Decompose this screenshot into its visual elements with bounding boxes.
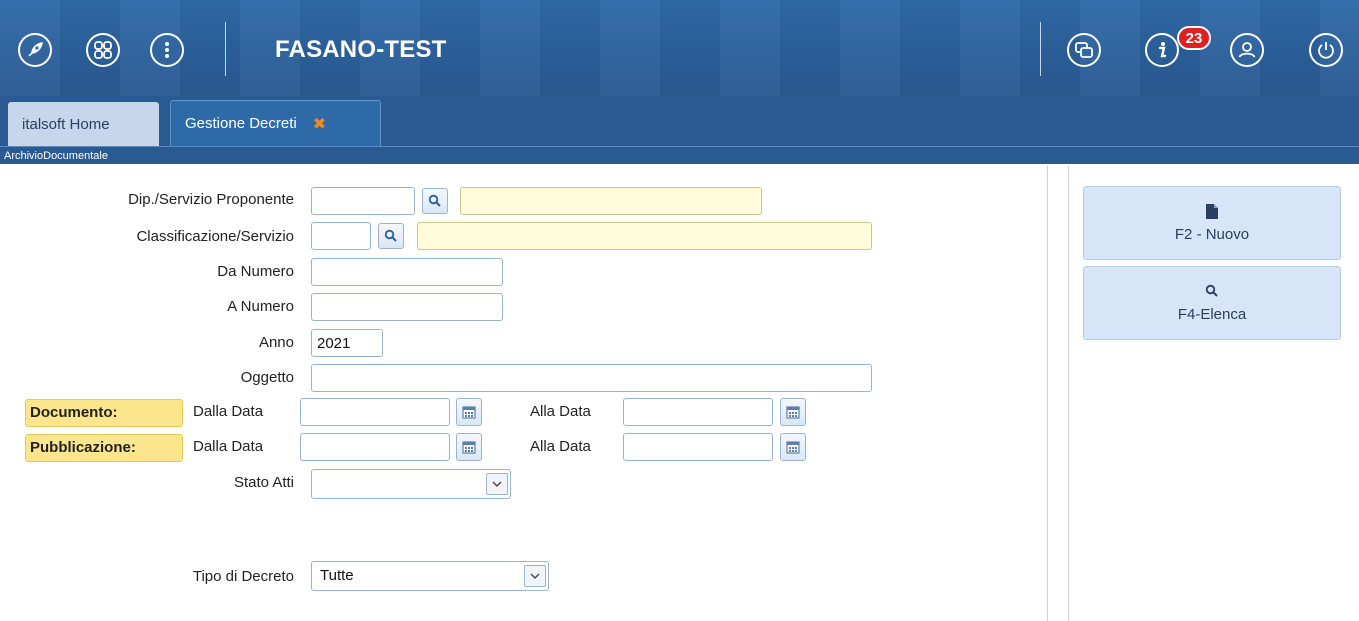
stato-atti-select[interactable] [311,469,511,499]
pubblicazione-alla-data-input[interactable] [623,433,773,461]
search-icon[interactable] [378,223,404,249]
windows-icon[interactable] [1067,33,1101,67]
dalla-data-label: Dalla Data [193,438,264,455]
chevron-down-icon[interactable] [524,565,546,587]
da-numero-input[interactable] [311,258,503,286]
pubblicazione-dalla-data-input[interactable] [300,433,450,461]
notification-badge: 23 [1177,26,1211,50]
more-vertical-icon[interactable] [150,33,184,67]
power-icon[interactable] [1309,33,1343,67]
calendar-icon[interactable] [780,398,806,426]
calendar-icon[interactable] [456,398,482,426]
tab-gestione-decreti[interactable]: Gestione Decreti ✖ [170,100,381,146]
panel-splitter[interactable] [1047,166,1069,621]
user-icon[interactable] [1230,33,1264,67]
anno-label: Anno [258,334,294,351]
pubblicazione-tag: Pubblicazione: [25,434,183,462]
nuovo-button[interactable]: F2 - Nuovo [1083,186,1341,260]
oggetto-label: Oggetto [240,369,294,386]
tab-italsoft-home[interactable]: italsoft Home [8,102,159,146]
documento-dalla-data-input[interactable] [300,398,450,426]
oggetto-input[interactable] [311,364,872,392]
apps-grid-icon[interactable] [86,33,120,67]
elenca-button-label: F4-Elenca [1177,305,1247,323]
da-numero-label: Da Numero [217,263,294,280]
class-code-input[interactable] [311,222,371,250]
tipo-decreto-label: Tipo di Decreto [192,568,294,585]
tab-label: Gestione Decreti [185,115,297,132]
app-title: FASANO-TEST [275,36,447,63]
nuovo-button-label: F2 - Nuovo [1174,225,1250,243]
search-icon[interactable] [422,188,448,214]
calendar-icon[interactable] [780,433,806,461]
classificazione-label: Classificazione/Servizio [136,228,294,245]
dalla-data-label: Dalla Data [193,403,264,420]
close-icon[interactable]: ✖ [313,114,326,134]
info-icon[interactable] [1145,33,1179,67]
search-icon [1205,284,1219,300]
header-divider [1040,22,1041,76]
header-divider [225,22,226,76]
rocket-icon[interactable] [18,33,52,67]
tipo-decreto-value: Tutte [320,567,354,584]
elenca-button[interactable]: F4-Elenca [1083,266,1341,340]
a-numero-input[interactable] [311,293,503,321]
documento-alla-data-input[interactable] [623,398,773,426]
alla-data-label: Alla Data [530,403,591,420]
stato-atti-label: Stato Atti [233,474,294,491]
dip-code-input[interactable] [311,187,415,215]
tab-label: italsoft Home [22,115,110,133]
dip-servizio-label: Dip./Servizio Proponente [128,191,294,208]
document-icon [1206,203,1218,220]
dip-description-field[interactable] [460,187,762,215]
alla-data-label: Alla Data [530,438,591,455]
class-description-field[interactable] [417,222,872,250]
chevron-down-icon[interactable] [486,473,508,495]
anno-input[interactable] [311,329,383,357]
documento-tag: Documento: [25,399,183,427]
tipo-decreto-select[interactable]: Tutte [311,561,549,591]
calendar-icon[interactable] [456,433,482,461]
a-numero-label: A Numero [227,298,294,315]
breadcrumb: ArchivioDocumentale [0,146,1359,164]
